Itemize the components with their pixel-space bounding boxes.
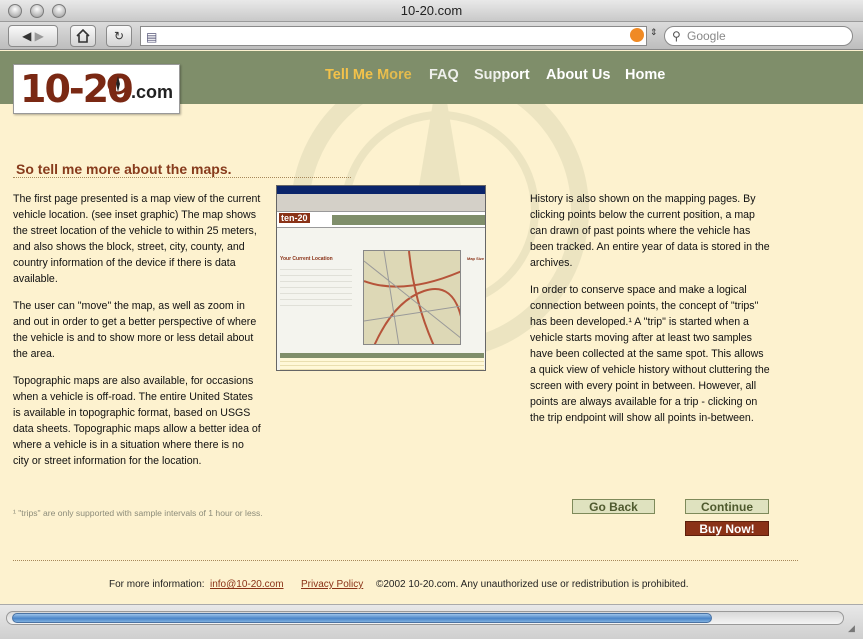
browser-toolbar: ◀ ▶ ↻ ▤ ⇕ ⚲ Google: [0, 22, 863, 50]
home-button[interactable]: [70, 25, 96, 47]
footnote: ¹ "trips" are only supported with sample…: [13, 508, 263, 518]
reload-icon: ↻: [113, 29, 125, 43]
page-icon: ▤: [146, 30, 158, 44]
rss-icon[interactable]: [630, 28, 644, 42]
left-paragraph-1: The first page presented is a map view o…: [13, 193, 261, 285]
inset-toolbar: [277, 194, 485, 212]
inset-map-roads: [364, 251, 460, 344]
search-placeholder: Google: [687, 29, 726, 43]
resize-grip-icon[interactable]: ◢: [848, 623, 855, 634]
minimize-window-button[interactable]: [30, 4, 44, 18]
right-paragraph-2: In order to conserve space and make a lo…: [530, 284, 770, 424]
go-back-button[interactable]: Go Back: [572, 499, 655, 514]
search-field[interactable]: ⚲ Google: [664, 26, 853, 46]
footer-email-link[interactable]: info@10-20.com: [210, 579, 284, 590]
inset-titlebar: [277, 186, 485, 194]
zoom-window-button[interactable]: [52, 4, 66, 18]
inset-history-table: [280, 358, 484, 370]
footer-info-label: For more information:: [109, 579, 205, 590]
inset-location-heading: Your Current Location: [280, 256, 333, 262]
logo-suffix: .com: [131, 82, 174, 102]
left-paragraph-3: Topographic maps are also available, for…: [13, 375, 261, 467]
inset-logo: ten-20: [279, 213, 310, 223]
continue-label: Continue: [701, 500, 753, 514]
window-titlebar: 10-20.com: [0, 0, 863, 22]
inset-screenshot[interactable]: ten-20 Your Current Location Map Size: [276, 185, 486, 371]
back-forward-button[interactable]: ◀ ▶: [8, 25, 58, 47]
footer-privacy-link[interactable]: Privacy Policy: [301, 579, 363, 590]
compass-icon: [107, 73, 129, 95]
site-logo[interactable]: 10-20 .com: [13, 64, 180, 114]
buy-now-label: Buy Now!: [699, 522, 755, 536]
scrollbar-thumb[interactable]: [12, 613, 712, 623]
inset-map-size-label: Map Size: [467, 256, 485, 261]
search-icon: ⚲: [672, 29, 681, 43]
address-field[interactable]: ▤: [140, 26, 647, 46]
reload-button[interactable]: ↻: [106, 25, 132, 47]
home-icon: [76, 28, 90, 43]
inset-map[interactable]: [363, 250, 461, 345]
buy-now-button[interactable]: Buy Now!: [685, 521, 769, 536]
page-title: So tell me more about the maps.: [16, 161, 232, 177]
back-arrow-icon: ◀: [22, 29, 32, 43]
left-paragraph-2: The user can "move" the map, as well as …: [13, 300, 257, 360]
right-paragraph-1: History is also shown on the mapping pag…: [530, 193, 770, 269]
footer-copyright: ©2002 10-20.com. Any unauthorized use or…: [376, 579, 689, 590]
inset-header: ten-20: [277, 212, 485, 228]
continue-button[interactable]: Continue: [685, 499, 769, 514]
window-title: 10-20.com: [400, 3, 463, 18]
forward-arrow-icon: ▶: [34, 29, 44, 43]
title-divider: [13, 177, 351, 178]
close-window-button[interactable]: [8, 4, 22, 18]
go-back-label: Go Back: [589, 500, 638, 514]
horizontal-scrollbar[interactable]: ◢: [0, 604, 863, 639]
footer-divider: [13, 560, 798, 561]
address-menu-icon[interactable]: ⇕: [650, 27, 658, 38]
